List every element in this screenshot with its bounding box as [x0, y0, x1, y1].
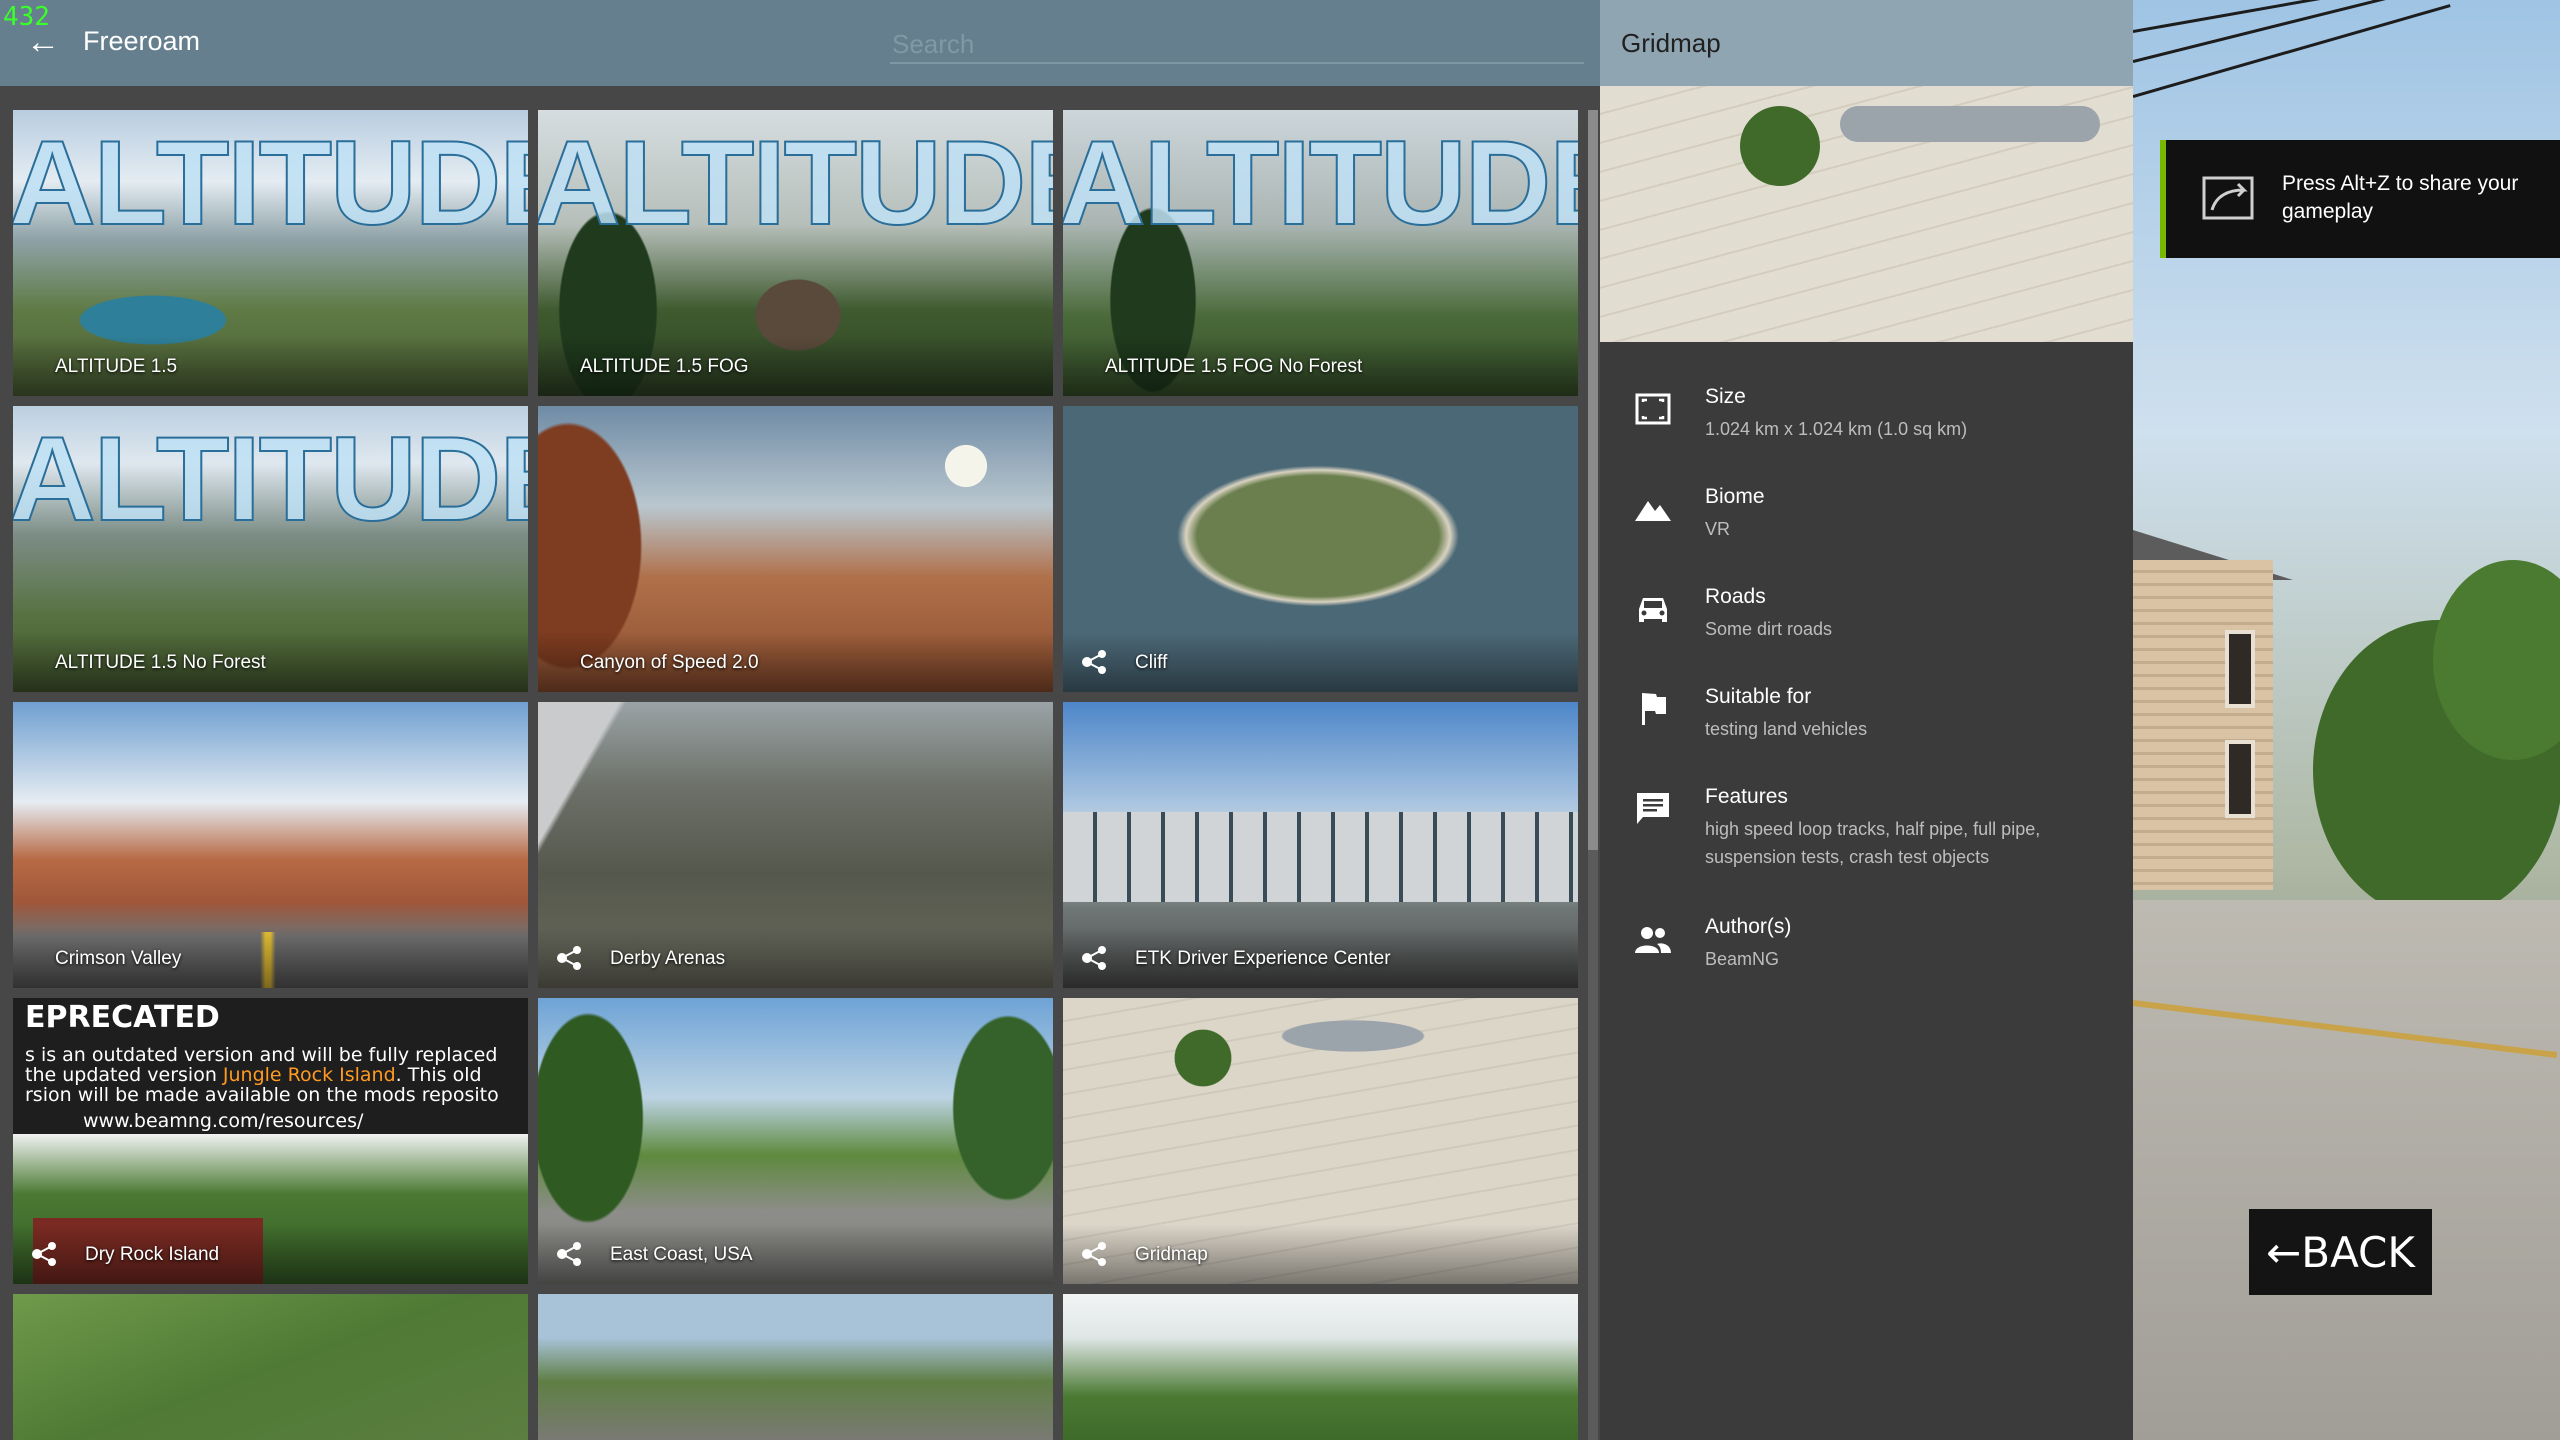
- share-gameplay-text: Press Alt+Z to share your gameplay: [2282, 172, 2519, 223]
- size-icon: [1635, 393, 1671, 425]
- level-card-label: ETK Driver Experience Center: [1135, 948, 1391, 969]
- level-card-label: ALTITUDE 1.5: [55, 356, 178, 377]
- level-card-label: ALTITUDE 1.5 No Forest: [55, 652, 266, 673]
- level-card-dry-rock-island[interactable]: EPRECATED s is an outdated version and w…: [13, 998, 528, 1284]
- altitude-banner: ALTITUDE: [538, 115, 1053, 251]
- level-card-label: Cliff: [1135, 652, 1168, 673]
- mod-share-icon: [557, 1242, 581, 1266]
- people-icon: [1635, 927, 1671, 953]
- level-card-partial[interactable]: [538, 1294, 1053, 1440]
- share-gameplay-icon: [2202, 176, 2254, 220]
- level-card-gridmap[interactable]: Gridmap: [1063, 998, 1578, 1284]
- altitude-banner: ALTITUDE: [13, 115, 528, 251]
- mod-share-icon: [1082, 1242, 1106, 1266]
- mountain-icon: [1635, 501, 1671, 521]
- level-card-altitude-fog-no-forest[interactable]: ALTITUDE ALTITUDE 1.5 FOG No Forest: [1063, 110, 1578, 396]
- level-card-altitude-no-forest[interactable]: ALTITUDE ALTITUDE 1.5 No Forest: [13, 406, 528, 692]
- level-card-altitude-fog[interactable]: ALTITUDE ALTITUDE 1.5 FOG: [538, 110, 1053, 396]
- info-row-size: Size 1.024 km x 1.024 km (1.0 sq km): [1600, 385, 2133, 475]
- altitude-banner: ALTITUDE: [13, 411, 528, 547]
- altitude-banner: ALTITUDE: [1063, 115, 1578, 251]
- info-row-authors: Author(s) BeamNG: [1600, 915, 2133, 1005]
- level-card-label: ALTITUDE 1.5 FOG No Forest: [1105, 356, 1363, 377]
- info-row-features: Features high speed loop tracks, half pi…: [1600, 785, 2133, 905]
- level-card-cliff[interactable]: Cliff: [1063, 406, 1578, 692]
- page-title: Freeroam: [83, 26, 201, 56]
- mod-share-icon: [557, 946, 581, 970]
- back-button[interactable]: ←BACK: [2249, 1209, 2432, 1295]
- level-card-label: Crimson Valley: [55, 948, 182, 969]
- level-card-etk-driver-experience-center[interactable]: ETK Driver Experience Center: [1063, 702, 1578, 988]
- fps-counter: 432: [3, 2, 50, 32]
- mod-share-icon: [1082, 946, 1106, 970]
- flag-icon: [1642, 693, 1666, 725]
- deprecated-notice: EPRECATED s is an outdated version and w…: [13, 998, 528, 1134]
- level-card-partial[interactable]: [13, 1294, 528, 1440]
- mod-share-icon: [1082, 650, 1106, 674]
- panel-title: Gridmap: [1621, 28, 1721, 58]
- header-bar: ← Freeroam: [0, 0, 1600, 86]
- level-card-partial[interactable]: [1063, 1294, 1578, 1440]
- level-card-crimson-valley[interactable]: Crimson Valley: [13, 702, 528, 988]
- level-card-label: Canyon of Speed 2.0: [580, 652, 759, 673]
- level-detail-panel: Gridmap Size 1.024 km x 1.024 km (1.0 sq…: [1600, 0, 2133, 1440]
- info-row-roads: Roads Some dirt roads: [1600, 585, 2133, 675]
- level-card-label: Dry Rock Island: [85, 1244, 220, 1265]
- grid-scrollbar-thumb[interactable]: [1588, 110, 1598, 850]
- mod-share-icon: [32, 1242, 56, 1266]
- info-row-suitable-for: Suitable for testing land vehicles: [1600, 685, 2133, 775]
- info-row-biome: Biome VR: [1600, 485, 2133, 575]
- level-card-derby-arenas[interactable]: Derby Arenas: [538, 702, 1053, 988]
- level-card-label: Derby Arenas: [610, 948, 726, 969]
- panel-title-bar: Gridmap: [1600, 0, 2133, 86]
- level-card-altitude[interactable]: ALTITUDE ALTITUDE 1.5: [13, 110, 528, 396]
- level-card-east-coast-usa[interactable]: East Coast, USA: [538, 998, 1053, 1284]
- level-card-label: Gridmap: [1135, 1244, 1208, 1265]
- chat-icon: [1637, 793, 1669, 824]
- search-input[interactable]: [890, 26, 1584, 64]
- level-preview-image: [1600, 86, 2133, 342]
- level-card-label: East Coast, USA: [610, 1244, 753, 1265]
- level-card-label: ALTITUDE 1.5 FOG: [580, 356, 749, 377]
- car-icon: [1639, 598, 1667, 622]
- share-gameplay-overlay: Press Alt+Z to share your gameplay: [2160, 140, 2560, 258]
- level-card-canyon-of-speed[interactable]: Canyon of Speed 2.0: [538, 406, 1053, 692]
